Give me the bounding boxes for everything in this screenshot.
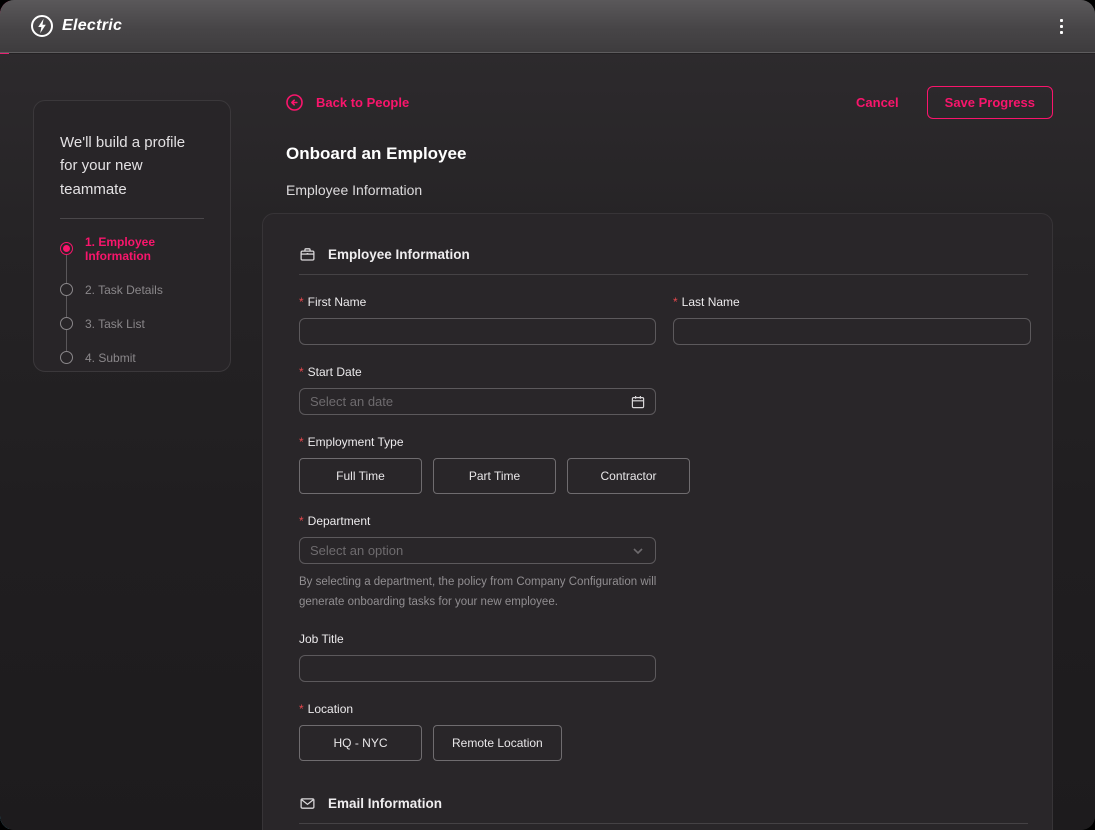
back-to-people-link[interactable]: Back to People — [286, 86, 409, 111]
required-asterisk: * — [299, 702, 304, 716]
save-progress-button[interactable]: Save Progress — [927, 86, 1053, 119]
location-label: * Location — [299, 702, 1028, 716]
main-column: Back to People Cancel Save Progress Onbo… — [262, 86, 1053, 830]
chevron-down-icon — [631, 544, 645, 558]
part-time-button[interactable]: Part Time — [433, 458, 556, 494]
stepper-card: We'll build a profile for your new teamm… — [33, 100, 231, 372]
department-label: * Department — [299, 514, 1028, 528]
employment-type-label: * Employment Type — [299, 435, 1028, 449]
step-radio-icon — [60, 351, 73, 364]
required-asterisk: * — [299, 365, 304, 379]
start-date-group — [299, 388, 656, 415]
page-content: We'll build a profile for your new teamm… — [0, 54, 1095, 830]
required-asterisk: * — [299, 435, 304, 449]
remote-location-button[interactable]: Remote Location — [433, 725, 562, 761]
calendar-icon[interactable] — [630, 394, 646, 410]
onboarding-form-card: Employee Information * First Name — [262, 213, 1053, 830]
page-title: Onboard an Employee — [286, 144, 1053, 164]
header-actions: Cancel Save Progress — [856, 86, 1053, 119]
first-name-group: * First Name — [299, 275, 656, 345]
brand-name: Electric — [62, 17, 122, 35]
app-window: Electric We'll build a profile for your … — [0, 0, 1095, 830]
kebab-menu-icon[interactable] — [1054, 13, 1069, 40]
email-information-section-header: Email Information — [299, 795, 1028, 824]
step-employee-information[interactable]: 1. Employee Information — [60, 235, 204, 263]
step-task-details[interactable]: 2. Task Details — [60, 283, 204, 297]
step-radio-icon — [60, 283, 73, 296]
required-asterisk: * — [299, 514, 304, 528]
department-select[interactable]: Select an option — [299, 537, 656, 564]
required-asterisk: * — [299, 295, 304, 309]
step-radio-icon — [60, 242, 73, 255]
hq-nyc-button[interactable]: HQ - NYC — [299, 725, 422, 761]
page-subtitle: Employee Information — [286, 182, 1053, 198]
job-title-input[interactable] — [299, 655, 656, 682]
last-name-group: * Last Name — [673, 275, 1030, 345]
stepper-heading: We'll build a profile for your new teamm… — [60, 131, 204, 201]
step-submit[interactable]: 4. Submit — [60, 351, 204, 365]
required-asterisk: * — [673, 295, 678, 309]
step-radio-icon — [60, 317, 73, 330]
back-arrow-icon — [286, 94, 303, 111]
last-name-input[interactable] — [673, 318, 1031, 345]
screenshot-stage: Electric We'll build a profile for your … — [0, 0, 1095, 830]
first-name-label: * First Name — [299, 295, 656, 309]
step-task-list[interactable]: 3. Task List — [60, 317, 204, 331]
cancel-button[interactable]: Cancel — [856, 95, 899, 110]
location-options: HQ - NYC Remote Location — [299, 725, 1028, 761]
top-bar: Electric — [0, 0, 1095, 53]
department-helper-text: By selecting a department, the policy fr… — [299, 573, 659, 612]
job-title-label: Job Title — [299, 632, 1028, 646]
start-date-label: * Start Date — [299, 365, 1028, 379]
first-name-input[interactable] — [299, 318, 656, 345]
briefcase-icon — [299, 246, 316, 263]
main-header: Back to People Cancel Save Progress — [286, 86, 1053, 119]
name-row: * First Name * Last Name — [299, 275, 1028, 345]
lightning-bolt-icon — [30, 14, 54, 38]
brand-logo: Electric — [30, 14, 122, 38]
start-date-input[interactable] — [299, 388, 656, 415]
full-time-button[interactable]: Full Time — [299, 458, 422, 494]
stepper: 1. Employee Information 2. Task Details … — [60, 235, 204, 365]
contractor-button[interactable]: Contractor — [567, 458, 690, 494]
envelope-icon — [299, 795, 316, 812]
stepper-divider — [60, 218, 204, 219]
employment-type-options: Full Time Part Time Contractor — [299, 458, 1028, 494]
last-name-label: * Last Name — [673, 295, 1030, 309]
employee-information-section-header: Employee Information — [299, 246, 1028, 275]
